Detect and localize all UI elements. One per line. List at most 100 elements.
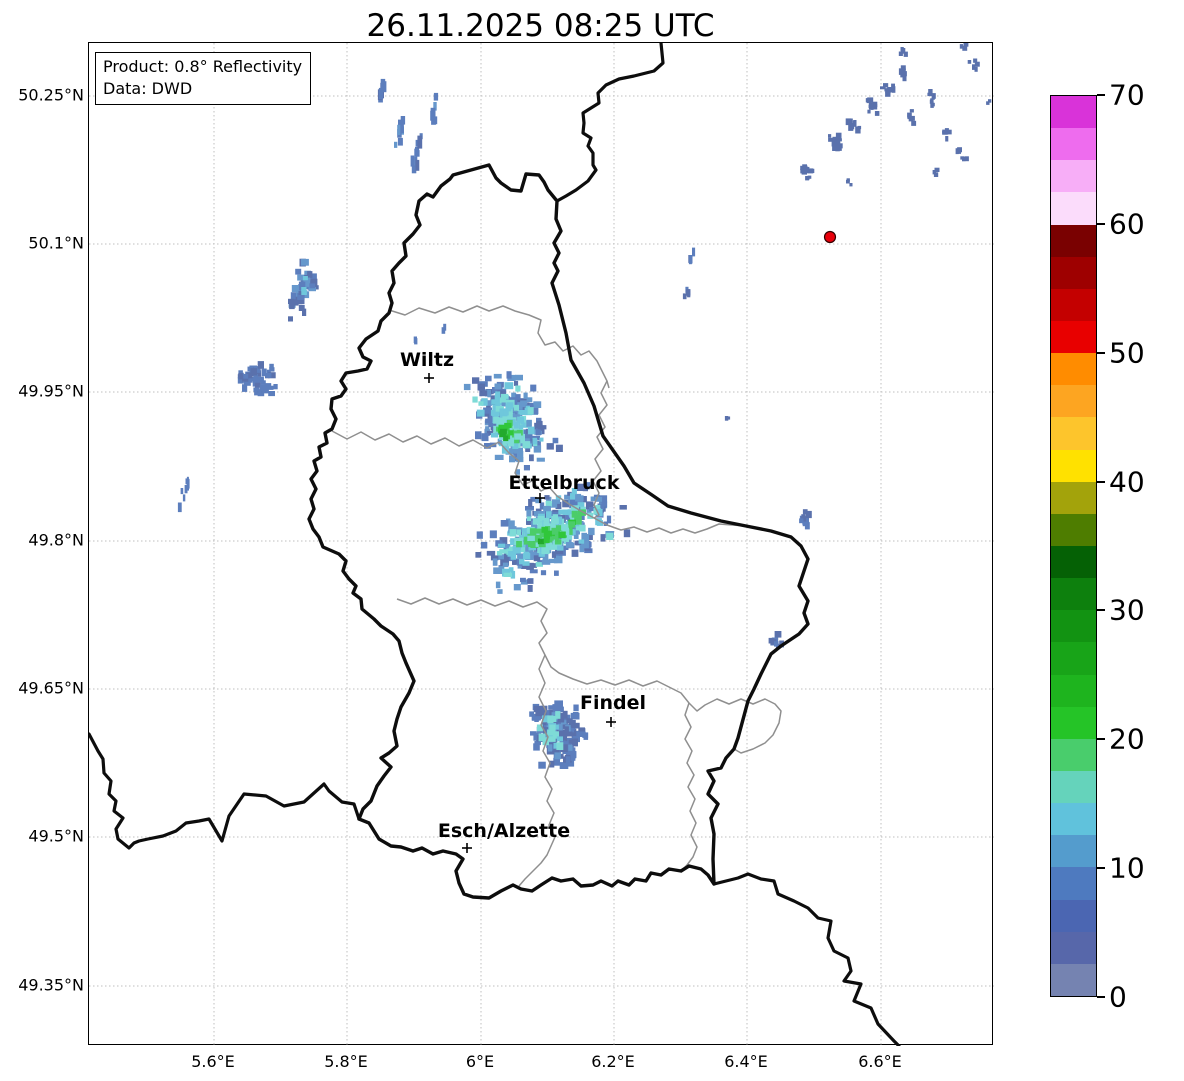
radar-echo-cell — [472, 377, 480, 384]
radar-echo-cell — [520, 577, 526, 582]
radar-echo-cell — [510, 538, 515, 546]
colorbar-tick-label: 40 — [1109, 465, 1145, 499]
radar-echo-cell — [477, 383, 485, 391]
radar-echo-cell — [526, 419, 532, 427]
radar-echo-cell — [494, 383, 502, 390]
radar-echo-layer — [177, 43, 992, 769]
colorbar-tick-label: 0 — [1109, 980, 1127, 1014]
radar-echo-cell — [973, 58, 978, 63]
radar-echo-cell — [494, 394, 499, 402]
radar-echo-cell — [268, 391, 275, 397]
radar-echo-cell — [490, 433, 499, 438]
radar-echo-cell — [413, 336, 417, 343]
radar-echo-cell — [288, 316, 293, 322]
radar-echo-cell — [537, 425, 547, 430]
colorbar-tick-label: 30 — [1109, 593, 1145, 627]
radar-echo-cell — [301, 287, 307, 292]
colorbar-segment — [1051, 931, 1096, 964]
neighbor-country-border — [89, 732, 361, 850]
radar-echo-cell — [261, 368, 267, 377]
radar-echo-cell — [537, 538, 545, 545]
radar-echo-cell — [554, 570, 559, 576]
radar-echo-cell — [481, 433, 489, 442]
radar-echo-cell — [516, 541, 522, 548]
radar-echo-cell — [238, 373, 243, 380]
radar-echo-cell — [546, 511, 552, 519]
colorbar-segment — [1051, 867, 1096, 900]
radar-echo-cell — [619, 505, 627, 510]
colorbar-segment — [1051, 96, 1096, 129]
radar-echo-cell — [523, 551, 530, 558]
colorbar-segment — [1051, 288, 1096, 322]
radar-echo-cell — [505, 403, 512, 412]
radar-echo-cell — [254, 390, 260, 396]
radar-echo-cell — [933, 172, 939, 177]
colorbar-tickmark — [1097, 996, 1105, 998]
radar-echo-cell — [517, 416, 524, 423]
radar-echo-cell — [430, 107, 436, 116]
colorbar-tick-label: 20 — [1109, 722, 1145, 756]
colorbar-tickmark — [1097, 609, 1105, 612]
colorbar-segment — [1051, 674, 1096, 707]
radar-echo-cell — [551, 527, 559, 535]
radar-echo-cell — [559, 762, 569, 769]
radar-echo-cell — [503, 410, 509, 416]
radar-echo-cell — [397, 137, 403, 146]
colorbar-tickmark — [1097, 222, 1105, 225]
radar-echo-cell — [806, 510, 812, 519]
radar-echo-cell — [242, 384, 248, 392]
neighbor-country-border — [712, 872, 901, 1046]
radar-echo-cell — [967, 60, 972, 64]
radar-echo-cell — [295, 268, 302, 275]
radar-echo-cell — [494, 454, 504, 460]
lat-tick-label: 49.8°N — [28, 530, 84, 550]
radar-echo-cell — [774, 631, 782, 638]
lon-tick-label: 5.8°E — [324, 1052, 368, 1071]
radar-echo-cell — [974, 66, 978, 72]
radar-echo-cell — [508, 567, 514, 572]
radar-echo-cell — [800, 168, 804, 174]
radar-echo-cell — [513, 584, 521, 591]
radar-echo-cell — [499, 428, 507, 435]
colorbar-segment — [1051, 610, 1096, 643]
radar-echo-cell — [500, 393, 509, 399]
radar-echo-cell — [475, 431, 482, 440]
radar-echo-cell — [849, 183, 853, 187]
colorbar-tick-label: 10 — [1109, 851, 1145, 885]
radar-echo-cell — [552, 499, 561, 504]
radar-echo-cell — [472, 396, 478, 403]
radar-echo-cell — [182, 494, 186, 502]
plot-title: 26.11.2025 08:25 UTC — [366, 8, 715, 44]
colorbar-segment — [1051, 803, 1096, 836]
lat-tick-label: 49.35°N — [18, 975, 84, 995]
radar-echo-cell — [499, 549, 509, 554]
radar-echo-cell — [475, 552, 482, 558]
radar-echo-cell — [871, 101, 878, 108]
city-marker — [462, 843, 472, 853]
radar-echo-cell — [410, 155, 415, 167]
radar-echo-cell — [433, 94, 438, 101]
radar-echo-cell — [513, 422, 519, 429]
colorbar-segment — [1051, 449, 1096, 482]
radar-echo-cell — [578, 539, 585, 544]
radar-echo-cell — [509, 529, 517, 537]
radar-echo-cell — [568, 521, 576, 528]
region-border — [396, 597, 782, 754]
radar-echo-cell — [489, 530, 497, 539]
radar-echo-cell — [513, 404, 519, 411]
colorbar-segment — [1051, 546, 1096, 579]
radar-echo-cell — [526, 516, 532, 521]
radar-echo-cell — [535, 711, 542, 717]
radar-echo-cell — [530, 731, 537, 736]
radar-echo-cell — [532, 437, 538, 445]
radar-echo-cell — [302, 308, 307, 316]
legend-source-line: Data: DWD — [103, 79, 193, 99]
radar-echo-cell — [828, 137, 833, 142]
radar-echo-cell — [588, 527, 595, 536]
radar-echo-cell — [853, 120, 857, 127]
map-plot: Wiltz Ettelbruck Findel Esch/Alzette Produc… — [88, 42, 994, 1046]
colorbar-segment — [1051, 642, 1096, 675]
colorbar-segment — [1051, 963, 1096, 996]
radar-echo-cell — [514, 380, 519, 386]
radar-echo-cell — [514, 433, 522, 440]
